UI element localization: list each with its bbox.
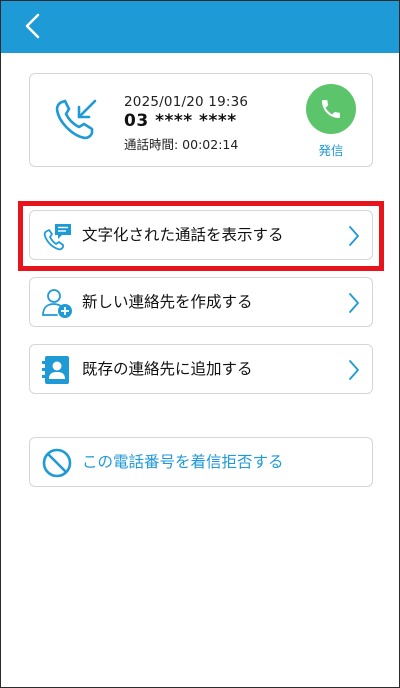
chevron-right-icon xyxy=(349,293,359,313)
back-button[interactable] xyxy=(19,11,49,41)
call-duration: 通話時間: 00:02:14 xyxy=(124,137,239,152)
app-screen: 2025/01/20 19:36 03 **** **** 通話時間: 00:0… xyxy=(0,0,400,688)
chevron-right-icon xyxy=(349,226,359,246)
phone-icon xyxy=(322,100,340,118)
chevron-right-icon xyxy=(349,360,359,380)
add-to-contact-button[interactable]: 既存の連絡先に追加する xyxy=(29,344,373,394)
chevron-left-icon xyxy=(25,13,40,39)
call-datetime: 2025/01/20 19:36 xyxy=(124,94,249,110)
call-detail-card: 2025/01/20 19:36 03 **** **** 通話時間: 00:0… xyxy=(29,73,373,167)
dial-button[interactable] xyxy=(306,84,356,134)
block-number-button[interactable]: この電話番号を着信拒否する xyxy=(29,437,373,487)
dial-label[interactable]: 発信 xyxy=(306,140,356,159)
block-number-label: この電話番号を着信拒否する xyxy=(82,453,284,471)
contact-card-icon xyxy=(42,356,69,384)
create-contact-button[interactable]: 新しい連絡先を作成する xyxy=(29,277,373,327)
caller-number: 03 **** **** xyxy=(124,111,237,131)
create-contact-label: 新しい連絡先を作成する xyxy=(82,293,253,311)
incoming-call-icon xyxy=(55,99,97,140)
transcript-call-icon xyxy=(43,224,71,251)
add-contact-icon xyxy=(42,289,72,318)
add-to-contact-label: 既存の連絡先に追加する xyxy=(82,360,253,378)
show-transcript-button[interactable]: 文字化された通話を表示する xyxy=(29,210,373,260)
show-transcript-label: 文字化された通話を表示する xyxy=(82,226,284,244)
block-icon xyxy=(42,448,72,478)
top-bar xyxy=(1,1,399,53)
